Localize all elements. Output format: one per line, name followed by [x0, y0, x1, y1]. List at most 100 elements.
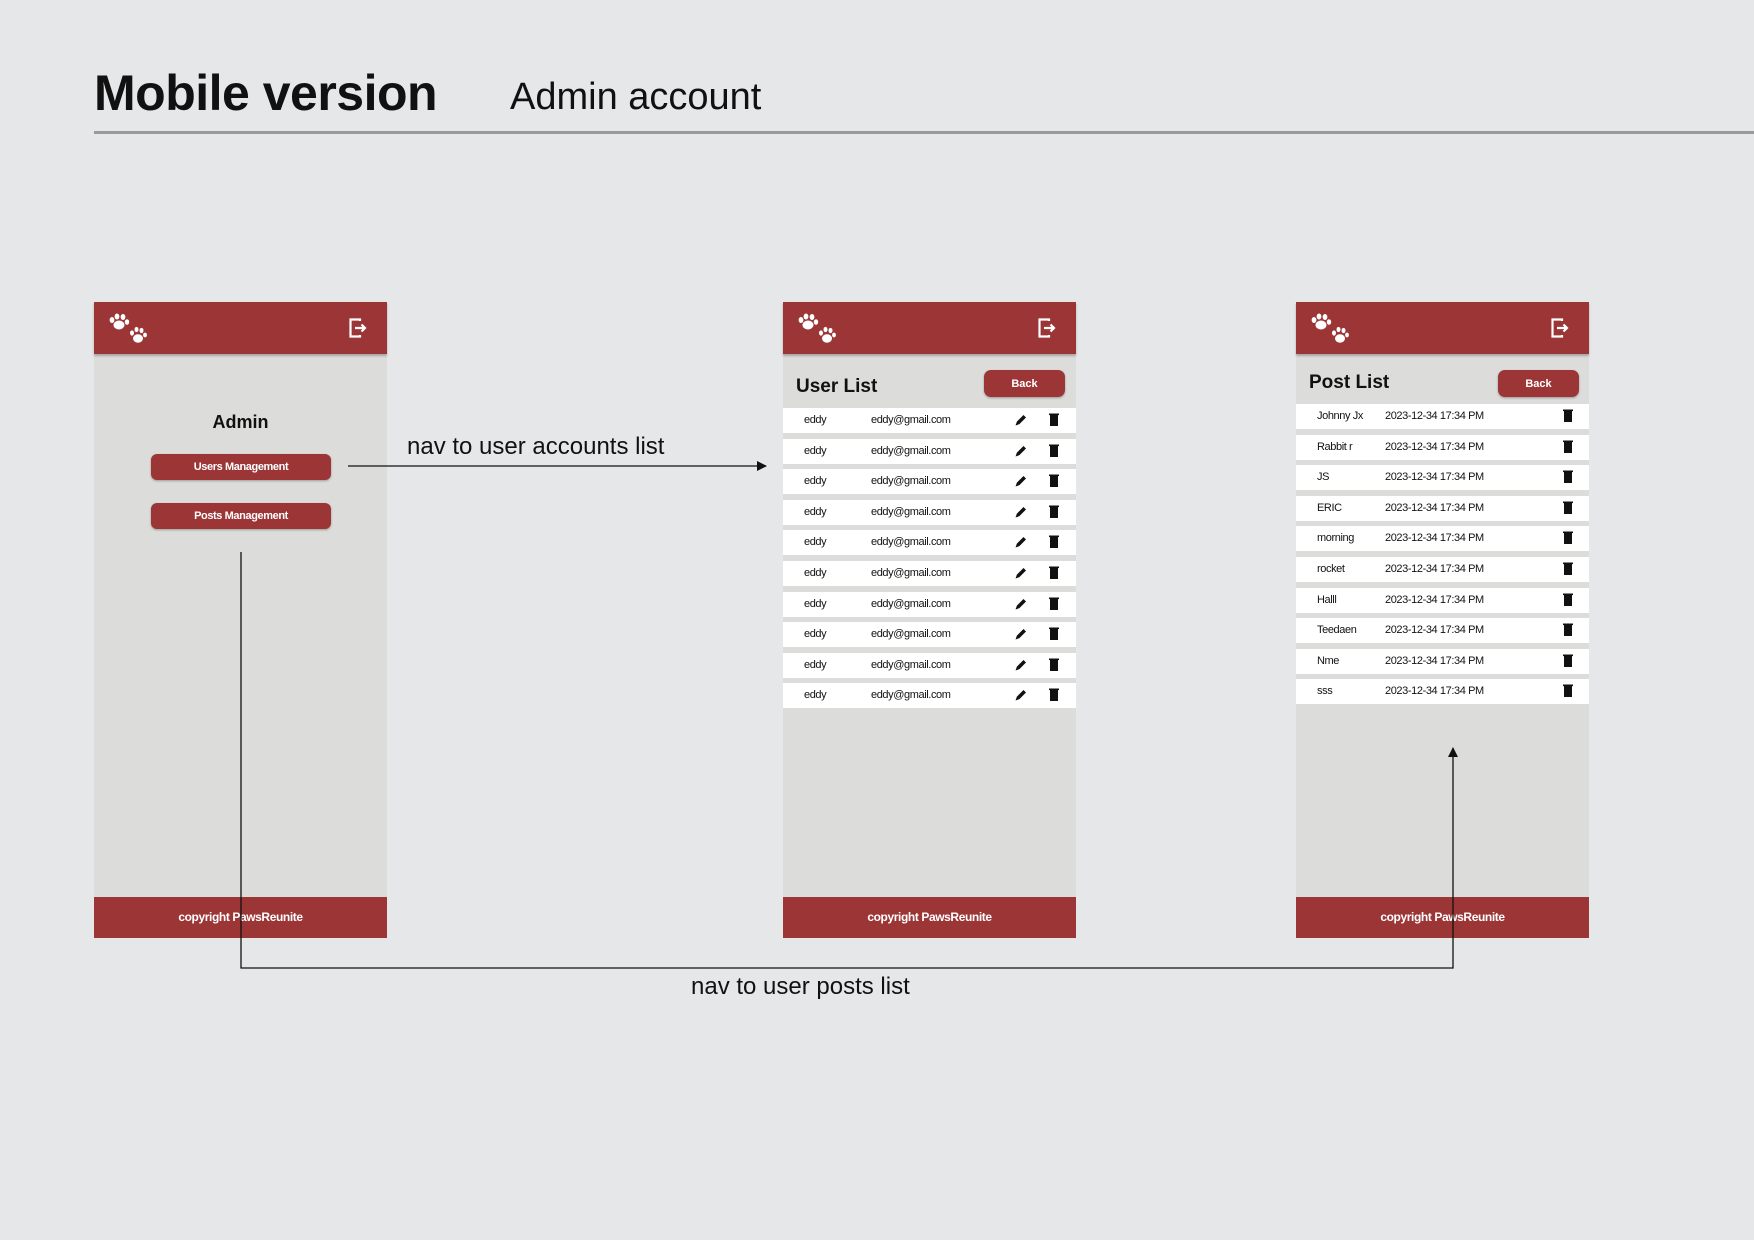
table-row: Halll 2023-12-34 17:34 PM	[1296, 587, 1589, 613]
delete-icon[interactable]	[1049, 597, 1059, 614]
logout-icon[interactable]	[349, 318, 367, 338]
edit-icon[interactable]	[1014, 474, 1028, 491]
delete-icon[interactable]	[1049, 535, 1059, 552]
app-header	[94, 302, 387, 354]
table-row: eddy eddy@gmail.com	[783, 560, 1076, 586]
table-row: JS 2023-12-34 17:34 PM	[1296, 465, 1589, 491]
user-email: eddy@gmail.com	[871, 414, 951, 426]
user-list-title: User List	[796, 376, 878, 397]
post-date: 2023-12-34 17:34 PM	[1385, 532, 1484, 545]
delete-icon[interactable]	[1563, 440, 1573, 457]
delete-icon[interactable]	[1049, 627, 1059, 644]
table-row: eddy eddy@gmail.com	[783, 469, 1076, 495]
paw-prints-icon	[109, 313, 147, 343]
delete-icon[interactable]	[1563, 409, 1573, 426]
back-button[interactable]: Back	[984, 370, 1065, 397]
admin-home-screen: Admin Users Management Posts Management …	[94, 302, 387, 938]
edit-icon[interactable]	[1014, 535, 1028, 552]
app-footer: copyright PawsReunite	[783, 897, 1076, 938]
app-header	[783, 302, 1076, 354]
edit-icon[interactable]	[1014, 566, 1028, 583]
app-footer: copyright PawsReunite	[94, 897, 387, 938]
edit-icon[interactable]	[1014, 444, 1028, 461]
back-button[interactable]: Back	[1498, 370, 1579, 397]
user-table: eddy eddy@gmail.com eddy eddy@gmail.com eddy…	[783, 408, 1076, 714]
paw-prints-icon	[1311, 313, 1349, 343]
user-list-screen: User List Back eddy eddy@gmail.com eddy edd…	[783, 302, 1076, 938]
post-date: 2023-12-34 17:34 PM	[1385, 440, 1484, 453]
delete-icon[interactable]	[1049, 658, 1059, 675]
user-name: eddy	[804, 689, 827, 702]
user-email: eddy@gmail.com	[871, 444, 951, 457]
edit-icon[interactable]	[1014, 597, 1028, 614]
user-name: eddy	[804, 628, 827, 641]
delete-icon[interactable]	[1563, 470, 1573, 487]
post-author: Nme	[1317, 654, 1340, 667]
user-name: eddy	[804, 658, 827, 671]
delete-icon[interactable]	[1049, 413, 1059, 430]
table-row: sss 2023-12-34 17:34 PM	[1296, 679, 1589, 705]
delete-icon[interactable]	[1563, 623, 1573, 640]
post-list-screen: Post List Back Johnny Jx 2023-12-34 17:34…	[1296, 302, 1589, 938]
delete-icon[interactable]	[1049, 474, 1059, 491]
delete-icon[interactable]	[1563, 684, 1573, 701]
app-footer: copyright PawsReunite	[1296, 897, 1589, 938]
user-name: eddy	[804, 444, 827, 457]
user-email: eddy@gmail.com	[871, 628, 951, 641]
edit-icon[interactable]	[1014, 688, 1028, 705]
delete-icon[interactable]	[1049, 444, 1059, 461]
table-row: Rabbit r 2023-12-34 17:34 PM	[1296, 434, 1589, 460]
edit-icon[interactable]	[1014, 505, 1028, 522]
delete-icon[interactable]	[1049, 688, 1059, 705]
post-author: Johnny Jx	[1317, 410, 1363, 422]
post-date: 2023-12-34 17:34 PM	[1385, 654, 1484, 667]
table-row: eddy eddy@gmail.com	[783, 591, 1076, 617]
edit-icon[interactable]	[1014, 658, 1028, 675]
post-date: 2023-12-34 17:34 PM	[1385, 562, 1484, 575]
post-author: ERIC	[1317, 501, 1342, 514]
user-email: eddy@gmail.com	[871, 689, 951, 702]
user-name: eddy	[804, 597, 827, 610]
table-row: morning 2023-12-34 17:34 PM	[1296, 526, 1589, 552]
delete-icon[interactable]	[1563, 562, 1573, 579]
delete-icon[interactable]	[1563, 531, 1573, 548]
edit-icon[interactable]	[1014, 627, 1028, 644]
table-row: ERIC 2023-12-34 17:34 PM	[1296, 495, 1589, 521]
post-author: JS	[1317, 471, 1330, 484]
edit-icon[interactable]	[1014, 413, 1028, 430]
post-author: Teedaen	[1317, 624, 1357, 637]
user-name: eddy	[804, 414, 827, 426]
post-date: 2023-12-34 17:34 PM	[1385, 593, 1484, 606]
delete-icon[interactable]	[1563, 654, 1573, 671]
logout-icon[interactable]	[1038, 318, 1056, 338]
table-row: Johnny Jx 2023-12-34 17:34 PM	[1296, 404, 1589, 429]
post-date: 2023-12-34 17:34 PM	[1385, 410, 1484, 422]
delete-icon[interactable]	[1049, 505, 1059, 522]
table-row: eddy eddy@gmail.com	[783, 622, 1076, 648]
delete-icon[interactable]	[1563, 593, 1573, 610]
users-management-button[interactable]: Users Management	[151, 454, 331, 480]
user-email: eddy@gmail.com	[871, 658, 951, 671]
user-email: eddy@gmail.com	[871, 475, 951, 488]
post-date: 2023-12-34 17:34 PM	[1385, 624, 1484, 637]
user-email: eddy@gmail.com	[871, 505, 951, 518]
admin-heading: Admin	[212, 412, 269, 432]
post-date: 2023-12-34 17:34 PM	[1385, 471, 1484, 484]
user-email: eddy@gmail.com	[871, 536, 951, 549]
delete-icon[interactable]	[1049, 566, 1059, 583]
logout-icon[interactable]	[1551, 318, 1569, 338]
table-row: eddy eddy@gmail.com	[783, 438, 1076, 464]
user-name: eddy	[804, 475, 827, 488]
users-flow-label: nav to user accounts list	[407, 433, 665, 460]
table-row: eddy eddy@gmail.com	[783, 652, 1076, 678]
post-author: sss	[1317, 685, 1333, 698]
delete-icon[interactable]	[1563, 501, 1573, 518]
app-header	[1296, 302, 1589, 354]
posts-management-button[interactable]: Posts Management	[151, 503, 331, 529]
post-author: morning	[1317, 532, 1354, 545]
post-author: Rabbit r	[1317, 440, 1353, 453]
user-name: eddy	[804, 505, 827, 518]
post-table: Johnny Jx 2023-12-34 17:34 PM Rabbit r 2023…	[1296, 404, 1589, 710]
table-row: eddy eddy@gmail.com	[783, 683, 1076, 709]
post-list-title: Post List	[1309, 372, 1390, 393]
